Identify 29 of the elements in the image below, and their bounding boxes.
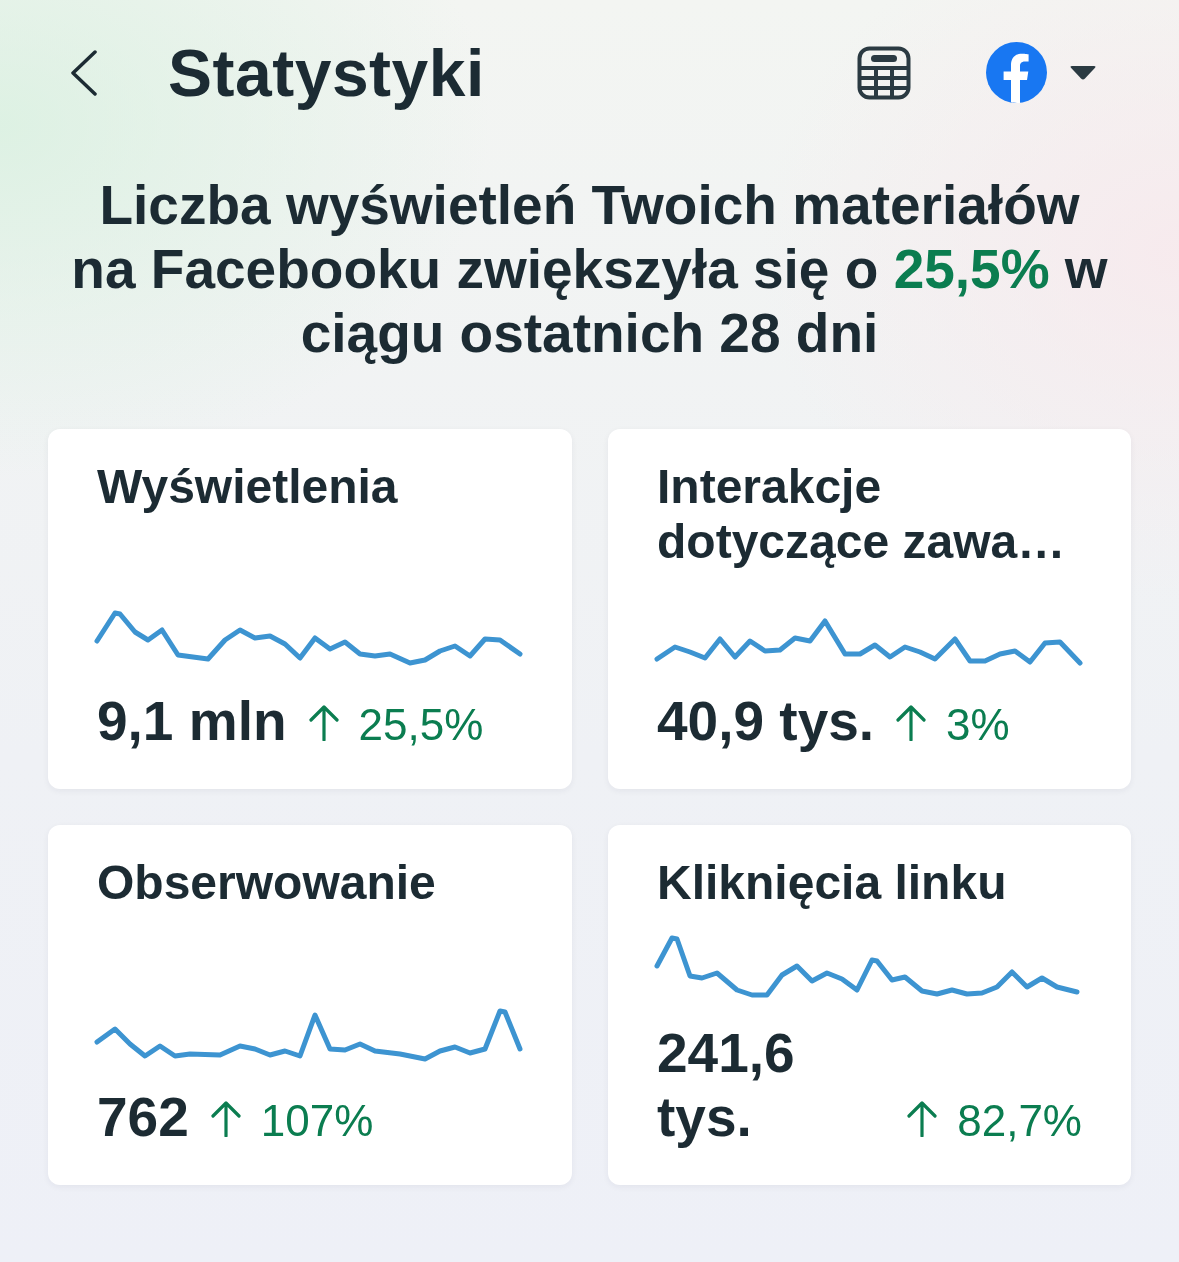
table-icon (857, 45, 911, 100)
change-percent: 82,7% (957, 1095, 1082, 1147)
metric-card[interactable]: Kliknięcia linku 241,6 tys. 82,7% (608, 825, 1131, 1185)
card-title: Wyświetlenia (97, 459, 399, 514)
metric-value: 241,6 tys. (657, 1021, 796, 1149)
arrow-up-icon (907, 1101, 938, 1137)
arrow-up-icon (210, 1101, 241, 1137)
metric-value: 9,1 mln (97, 689, 287, 753)
change-percent: 107% (260, 1095, 374, 1147)
metric-value: 762 (97, 1085, 189, 1149)
card-title: Kliknięcia linku (657, 855, 1008, 910)
facebook-logo-icon (986, 42, 1047, 103)
arrow-up-icon (308, 705, 339, 741)
table-button[interactable] (857, 45, 911, 100)
chevron-left-icon (70, 49, 98, 96)
metric-card[interactable]: Wyświetlenia 9,1 mln 25,5% (48, 429, 572, 789)
caret-down-icon (1069, 64, 1097, 81)
card-title: Obserwowanie (97, 855, 437, 910)
metric-value: 40,9 tys. (657, 689, 875, 753)
account-switcher[interactable] (986, 42, 1097, 103)
metric-card[interactable]: Obserwowanie 762 107% (48, 825, 572, 1185)
headline: Liczba wyświetleń Twoich materiałów na Facebooku zwiększyła się o 25,5% w ciągu ostatnich 28 dni (70, 173, 1109, 365)
arrow-up-icon (896, 705, 927, 741)
change-percent: 25,5% (358, 699, 484, 751)
metric-card[interactable]: Interakcje dotyczące zawa… 40,9 tys. 3% (608, 429, 1131, 789)
page-title: Statystyki (168, 35, 485, 110)
card-title: Interakcje dotyczące zawa… (657, 459, 1067, 569)
change-percent: 3% (946, 699, 1010, 751)
back-button[interactable] (70, 49, 98, 96)
